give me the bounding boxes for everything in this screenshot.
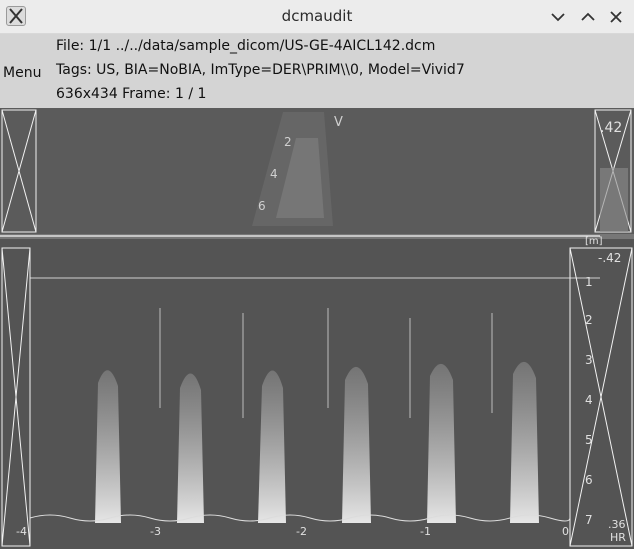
minimize-icon[interactable]: [548, 7, 568, 27]
time-label: -3: [150, 525, 161, 538]
info-panel: Menu File: 1/1 ../../data/sample_dicom/U…: [0, 34, 634, 108]
menu-button[interactable]: Menu: [3, 65, 41, 81]
scale-label: -.42: [598, 251, 621, 265]
tags-info: Tags: US, BIA=NoBIA, ImType=DER\PRIM\\0,…: [56, 62, 465, 78]
depth-tick-2: 2: [284, 135, 292, 149]
doppler-region: [0, 239, 634, 549]
scale-label: 1: [585, 275, 593, 289]
hr-label: HR: [610, 531, 626, 544]
file-info: File: 1/1 ../../data/sample_dicom/US-GE-…: [56, 38, 436, 54]
close-icon[interactable]: [606, 7, 626, 27]
window-title: dcmaudit: [281, 7, 353, 25]
time-label: -2: [296, 525, 307, 538]
scale-label: 3: [585, 353, 593, 367]
hr-value-label: .36: [608, 518, 626, 531]
unit-box-label: [m]: [585, 236, 603, 247]
scale-label: 6: [585, 473, 593, 487]
scale-label: 5: [585, 433, 593, 447]
time-label: -1: [420, 525, 431, 538]
title-bar[interactable]: dcmaudit: [0, 0, 634, 34]
scale-label: 7: [585, 513, 593, 527]
depth-tick-6: 6: [258, 199, 266, 213]
time-label: 0: [562, 525, 569, 538]
maximize-icon[interactable]: [578, 7, 598, 27]
dimensions-frame-info: 636x434 Frame: 1 / 1: [56, 86, 207, 102]
sector-marker-label: V: [334, 115, 343, 130]
dicom-image-viewer[interactable]: V 2 4 6 .42 [m] -.42 1 2 3 4 5 6 7 -4 -3…: [0, 108, 634, 549]
ultrasound-image: V 2 4 6 .42 [m] -.42 1 2 3 4 5 6 7 -4 -3…: [0, 108, 634, 549]
depth-tick-4: 4: [270, 167, 278, 181]
scale-label: 4: [585, 393, 593, 407]
scale-top-label: .42: [600, 120, 622, 136]
scale-label: 2: [585, 313, 593, 327]
time-label: -4: [16, 525, 27, 538]
